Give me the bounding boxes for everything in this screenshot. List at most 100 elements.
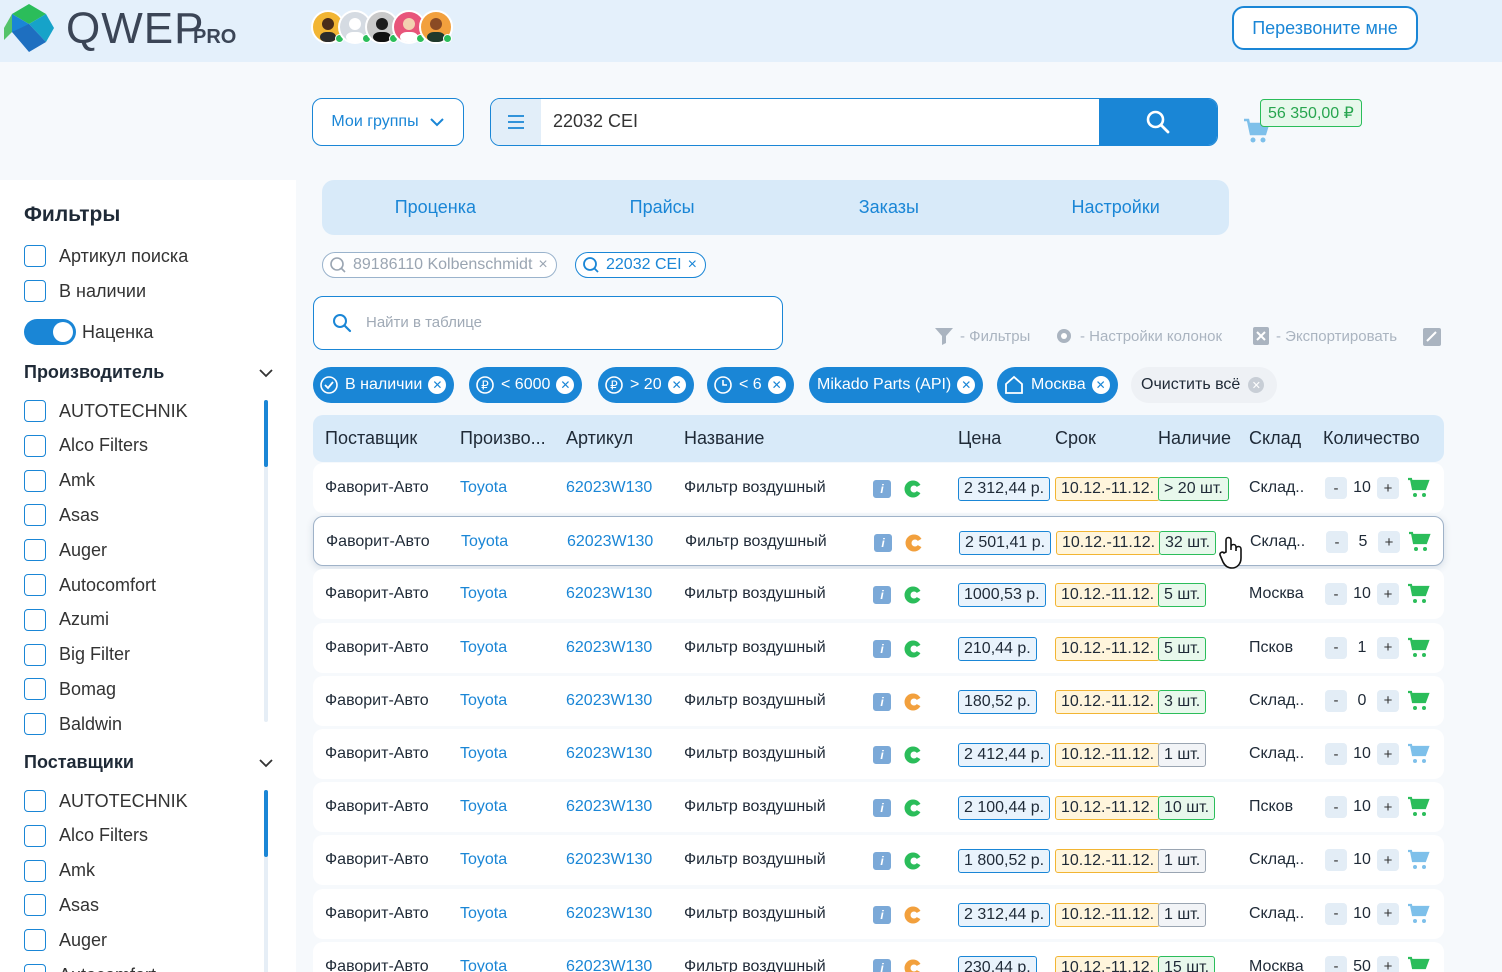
qty-decrement-button[interactable]: - bbox=[1325, 955, 1347, 972]
column-header[interactable]: Срок bbox=[1055, 428, 1096, 449]
table-row[interactable]: Фаворит-Авто Toyota 62023W130 Фильтр воздуш… bbox=[313, 782, 1444, 833]
search-menu-button[interactable] bbox=[491, 99, 541, 145]
close-icon[interactable]: ✕ bbox=[667, 376, 686, 394]
column-header[interactable]: Наличие bbox=[1158, 428, 1231, 449]
brand-link[interactable]: Toyota bbox=[460, 851, 507, 869]
table-row[interactable]: Фаворит-Авто Toyota 62023W130 Фильтр воздуш… bbox=[313, 463, 1444, 513]
status-indicator-icon[interactable] bbox=[903, 958, 923, 972]
column-header[interactable]: Количество bbox=[1323, 428, 1420, 449]
filter-option[interactable]: Amk bbox=[24, 469, 95, 492]
table-row[interactable]: Фаворит-Авто Toyota 62023W130 Фильтр воздуш… bbox=[313, 888, 1444, 939]
checkbox[interactable] bbox=[24, 824, 46, 847]
active-filter-chip[interactable]: ₽ < 6000 ✕ bbox=[469, 367, 583, 403]
close-icon[interactable]: × bbox=[688, 256, 697, 274]
add-to-cart-icon[interactable] bbox=[1407, 743, 1431, 765]
filter-option[interactable]: Asas bbox=[24, 894, 99, 917]
brand-link[interactable]: Toyota bbox=[461, 533, 508, 551]
brand-link[interactable]: Toyota bbox=[460, 905, 507, 923]
suppliers-section-header[interactable]: Поставщики bbox=[24, 752, 274, 773]
tab-pricelists[interactable]: Прайсы bbox=[549, 180, 776, 235]
close-icon[interactable]: ✕ bbox=[767, 376, 786, 394]
info-icon[interactable]: i bbox=[873, 480, 891, 498]
table-row[interactable]: Фаворит-Авто Toyota 62023W130 Фильтр воздуш… bbox=[313, 729, 1444, 779]
qty-decrement-button[interactable]: - bbox=[1326, 531, 1348, 554]
checkbox[interactable] bbox=[24, 859, 46, 882]
brand-link[interactable]: Toyota bbox=[460, 585, 507, 603]
close-icon[interactable]: ✕ bbox=[957, 376, 976, 394]
qty-increment-button[interactable]: + bbox=[1377, 796, 1399, 819]
qty-input[interactable]: 10 bbox=[1349, 585, 1375, 603]
column-header[interactable]: Склад bbox=[1249, 428, 1301, 449]
qty-input[interactable]: 0 bbox=[1349, 692, 1375, 710]
add-to-cart-icon[interactable] bbox=[1407, 903, 1431, 925]
add-to-cart-icon[interactable] bbox=[1407, 690, 1431, 712]
close-icon[interactable]: ✕ bbox=[1091, 376, 1110, 394]
checkbox[interactable] bbox=[24, 434, 46, 457]
filter-option[interactable]: Alco Filters bbox=[24, 434, 148, 457]
brand-link[interactable]: Toyota bbox=[460, 639, 507, 657]
filter-option[interactable]: Azumi bbox=[24, 608, 109, 631]
add-to-cart-icon[interactable] bbox=[1407, 849, 1431, 871]
table-row[interactable]: Фаворит-Авто Toyota 62023W130 Фильтр воздуш… bbox=[313, 622, 1444, 673]
close-icon[interactable]: ✕ bbox=[428, 376, 447, 394]
qty-input[interactable]: 10 bbox=[1349, 798, 1375, 816]
markup-toggle[interactable] bbox=[24, 319, 76, 345]
clear-all-button[interactable]: Очистить всё ✕ bbox=[1131, 367, 1277, 403]
markup-toggle-row[interactable]: Наценка bbox=[24, 319, 153, 345]
checkbox[interactable] bbox=[24, 894, 46, 917]
qty-decrement-button[interactable]: - bbox=[1325, 636, 1347, 659]
table-row[interactable]: Фаворит-Авто Toyota 62023W130 Фильтр воздуш… bbox=[313, 516, 1444, 567]
article-link[interactable]: 62023W130 bbox=[566, 905, 652, 923]
qwep-logo-icon[interactable] bbox=[2, 2, 56, 54]
add-to-cart-icon[interactable] bbox=[1407, 583, 1431, 605]
qty-increment-button[interactable]: + bbox=[1377, 743, 1399, 765]
article-link[interactable]: 62023W130 bbox=[566, 958, 652, 972]
qty-increment-button[interactable]: + bbox=[1378, 531, 1400, 554]
filter-option[interactable]: Asas bbox=[24, 504, 99, 527]
info-icon[interactable]: i bbox=[873, 852, 891, 871]
filter-option[interactable]: Autocomfort bbox=[24, 574, 156, 596]
column-header[interactable]: Артикул bbox=[566, 428, 633, 449]
filters-tool[interactable]: - Фильтры bbox=[934, 326, 1030, 346]
info-icon[interactable]: i bbox=[873, 692, 891, 711]
info-icon[interactable]: i bbox=[873, 905, 891, 924]
status-indicator-icon[interactable] bbox=[903, 851, 923, 871]
tab-pricing[interactable]: Проценка bbox=[322, 180, 549, 235]
article-link[interactable]: 62023W130 bbox=[567, 533, 653, 551]
status-indicator-icon[interactable] bbox=[903, 585, 923, 605]
active-filter-chip[interactable]: Москва ✕ bbox=[997, 367, 1118, 403]
my-groups-dropdown[interactable]: Мои группы bbox=[312, 98, 464, 146]
checkbox[interactable] bbox=[24, 643, 46, 666]
brand-link[interactable]: Toyota bbox=[460, 798, 507, 816]
column-header[interactable]: Поставщик bbox=[325, 428, 417, 449]
column-settings-tool[interactable]: - Настройки колонок bbox=[1054, 326, 1222, 346]
close-icon[interactable]: × bbox=[538, 256, 547, 274]
article-link[interactable]: 62023W130 bbox=[566, 639, 652, 657]
qty-increment-button[interactable]: + bbox=[1377, 849, 1399, 872]
table-row[interactable]: Фаворит-Авто Toyota 62023W130 Фильтр воздуш… bbox=[313, 835, 1444, 886]
filter-option[interactable]: Alco Filters bbox=[24, 824, 148, 847]
qty-decrement-button[interactable]: - bbox=[1325, 902, 1347, 925]
info-icon[interactable]: i bbox=[873, 958, 891, 972]
recent-search-chip-active[interactable]: 22032 CEI × bbox=[575, 252, 706, 278]
filter-option[interactable]: Amk bbox=[24, 859, 95, 882]
status-indicator-icon[interactable] bbox=[903, 798, 923, 818]
column-header[interactable]: Произво... bbox=[460, 428, 546, 449]
column-header[interactable]: Цена bbox=[958, 428, 1001, 449]
article-link[interactable]: 62023W130 bbox=[566, 851, 652, 869]
info-icon[interactable]: i bbox=[873, 586, 891, 605]
active-filter-chip[interactable]: В наличии ✕ bbox=[313, 367, 455, 403]
qty-decrement-button[interactable]: - bbox=[1325, 849, 1347, 872]
article-link[interactable]: 62023W130 bbox=[566, 479, 652, 497]
checkbox[interactable] bbox=[24, 504, 46, 527]
tab-settings[interactable]: Настройки bbox=[1002, 180, 1229, 235]
manufacturer-section-header[interactable]: Производитель bbox=[24, 362, 274, 383]
filter-option[interactable]: Auger bbox=[24, 929, 107, 952]
article-link[interactable]: 62023W130 bbox=[566, 745, 652, 763]
filter-option[interactable]: AUTOTECHNIK bbox=[24, 400, 188, 422]
checkbox[interactable] bbox=[24, 469, 46, 492]
qty-decrement-button[interactable]: - bbox=[1325, 796, 1347, 819]
active-filter-chip[interactable]: Mikado Parts (API) ✕ bbox=[809, 367, 984, 403]
cart-total-badge[interactable]: 56 350,00 ₽ bbox=[1260, 99, 1362, 127]
qty-input[interactable]: 10 bbox=[1349, 905, 1375, 923]
